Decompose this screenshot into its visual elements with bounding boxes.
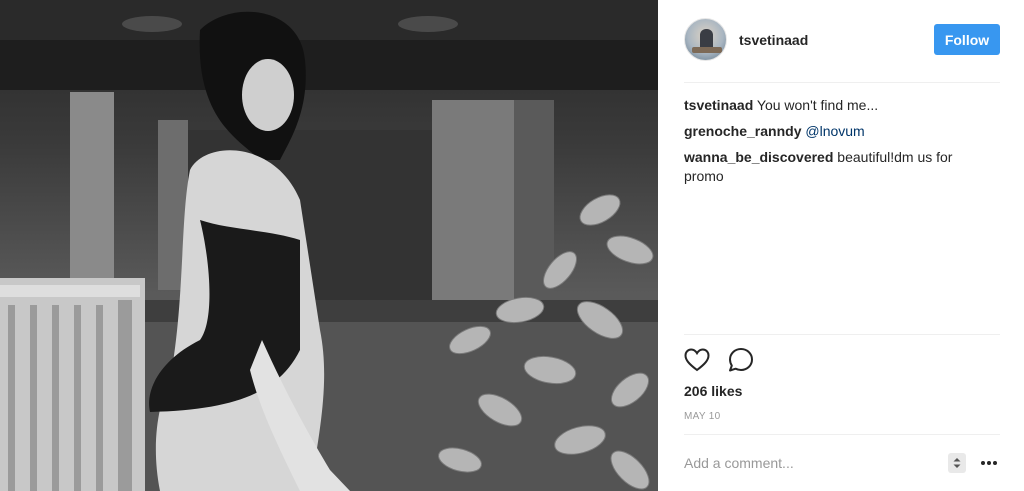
comment-text: You won't find me... <box>753 97 879 113</box>
heart-icon <box>684 348 710 372</box>
comment-item: wanna_be_discovered beautiful!dm us for … <box>684 148 984 186</box>
post-actions <box>682 345 756 375</box>
scroll-stepper[interactable] <box>948 453 966 473</box>
header-divider <box>684 82 1000 83</box>
username-link[interactable]: tsvetinaad <box>739 32 808 48</box>
add-comment-row <box>684 447 1000 479</box>
post-details-panel: tsvetinaad Follow tsvetinaad You won't f… <box>658 0 1024 491</box>
ellipsis-icon <box>981 461 997 465</box>
comments-list: tsvetinaad You won't find me... grenoche… <box>684 96 984 193</box>
photo-scene <box>0 0 658 491</box>
comment-divider <box>684 434 1000 435</box>
post-photo[interactable] <box>0 0 658 491</box>
comment-item: grenoche_ranndy @lnovum <box>684 122 984 141</box>
comment-mention-link[interactable]: @lnovum <box>805 123 864 139</box>
updown-arrows-icon <box>953 458 961 468</box>
comment-bubble-icon <box>729 348 753 372</box>
comment-author-link[interactable]: tsvetinaad <box>684 97 753 113</box>
like-button[interactable] <box>682 345 712 375</box>
avatar[interactable] <box>684 18 727 61</box>
add-comment-input[interactable] <box>684 449 948 477</box>
more-options-button[interactable] <box>978 453 1000 473</box>
likes-count[interactable]: 206 likes <box>684 383 742 399</box>
post-header: tsvetinaad Follow <box>684 17 1000 62</box>
avatar-seat <box>692 47 722 53</box>
follow-button[interactable]: Follow <box>934 24 1000 55</box>
actions-divider <box>684 334 1000 335</box>
comment-item: tsvetinaad You won't find me... <box>684 96 984 115</box>
comment-button[interactable] <box>726 345 756 375</box>
comment-author-link[interactable]: grenoche_ranndy <box>684 123 801 139</box>
comment-author-link[interactable]: wanna_be_discovered <box>684 149 833 165</box>
post-date[interactable]: MAY 10 <box>684 411 720 422</box>
